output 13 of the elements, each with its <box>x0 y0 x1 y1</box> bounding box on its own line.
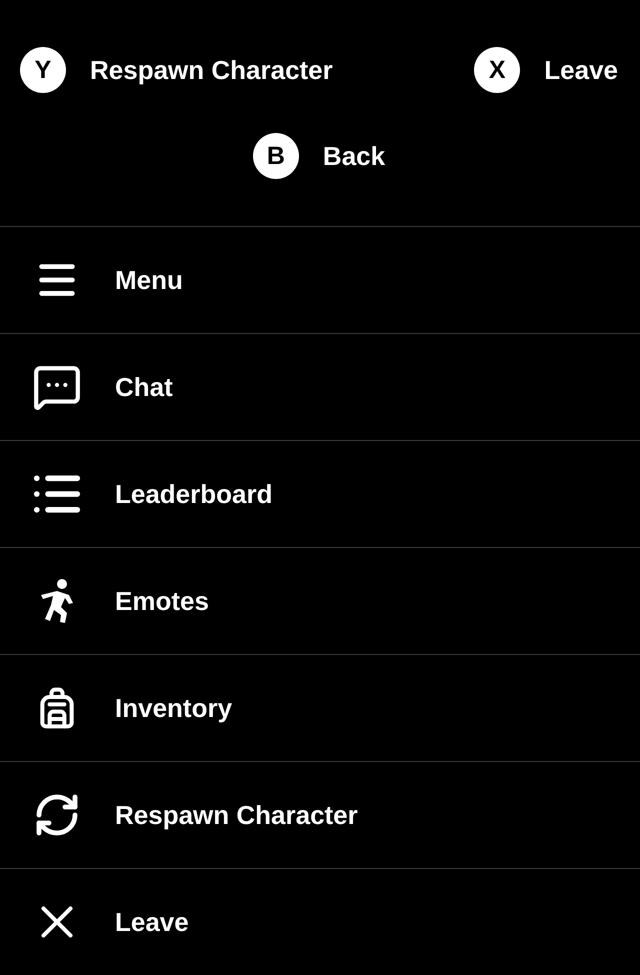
hint-label: Back <box>322 140 386 172</box>
gamepad-key: Y <box>20 47 66 93</box>
menu-item[interactable]: Respawn Character <box>0 761 640 868</box>
menu-item[interactable]: Inventory <box>0 654 640 761</box>
gamepad-key: B <box>252 133 299 179</box>
menu-item[interactable]: Emotes <box>0 547 640 654</box>
menu-item[interactable]: Leave <box>0 868 640 975</box>
hint-label: Respawn Character <box>90 54 333 86</box>
menu-item[interactable]: Leaderboard <box>0 440 640 547</box>
menu-item[interactable]: Chat <box>0 333 640 440</box>
gamepad-key: X <box>474 47 520 93</box>
hint-label: Leave <box>544 54 618 86</box>
menu-item[interactable]: Menu <box>0 226 640 333</box>
